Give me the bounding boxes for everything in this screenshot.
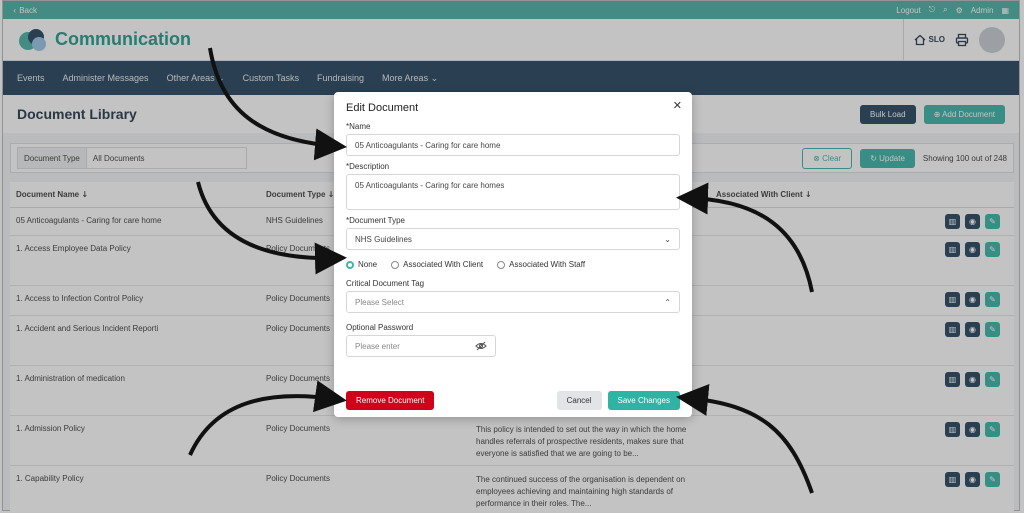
radio-associated-staff[interactable]: Associated With Staff — [497, 260, 585, 269]
radio-none-label: None — [358, 260, 378, 269]
dialog-title: Edit Document — [346, 102, 419, 114]
name-value: 05 Anticoagulants - Caring for care home — [355, 140, 501, 150]
save-changes-button[interactable]: Save Changes — [607, 391, 680, 410]
critical-tag-placeholder: Please Select — [355, 297, 404, 307]
radio-client-label: Associated With Client — [403, 260, 484, 269]
description-value: 05 Anticoagulants - Caring for care home… — [355, 181, 505, 190]
radio-associated-client[interactable]: Associated With Client — [391, 260, 483, 269]
edit-document-dialog: Edit Document ✕ *Name 05 Anticoagulants … — [334, 92, 692, 417]
description-field[interactable]: 05 Anticoagulants - Caring for care home… — [346, 174, 680, 210]
close-icon[interactable]: ✕ — [673, 99, 682, 112]
document-type-value: NHS Guidelines — [355, 234, 412, 244]
document-type-label: *Document Type — [346, 216, 405, 225]
cancel-button[interactable]: Cancel — [556, 391, 602, 410]
password-field[interactable]: Please enter — [346, 335, 496, 357]
document-type-select[interactable]: NHS Guidelines ⌄ — [346, 228, 680, 250]
radio-dot — [497, 260, 506, 269]
password-placeholder: Please enter — [355, 341, 400, 351]
radio-none[interactable]: None — [346, 260, 377, 269]
description-label: *Description — [346, 162, 390, 171]
association-radio-group: None Associated With Client Associated W… — [346, 260, 680, 269]
radio-dot — [391, 260, 400, 269]
radio-staff-label: Associated With Staff — [509, 260, 586, 269]
chevron-down-icon: ⌄ — [664, 234, 671, 244]
critical-tag-select[interactable]: Please Select ⌃ — [346, 291, 680, 313]
password-label: Optional Password — [346, 323, 414, 332]
radio-dot-selected — [346, 260, 354, 269]
name-label: *Name — [346, 122, 371, 131]
chevron-up-icon: ⌃ — [664, 297, 671, 307]
dialog-footer: Remove Document Cancel Save Changes — [346, 391, 680, 410]
name-field[interactable]: 05 Anticoagulants - Caring for care home — [346, 134, 680, 156]
critical-tag-label: Critical Document Tag — [346, 279, 425, 288]
remove-document-button[interactable]: Remove Document — [346, 391, 435, 410]
eye-off-icon[interactable] — [475, 341, 487, 351]
